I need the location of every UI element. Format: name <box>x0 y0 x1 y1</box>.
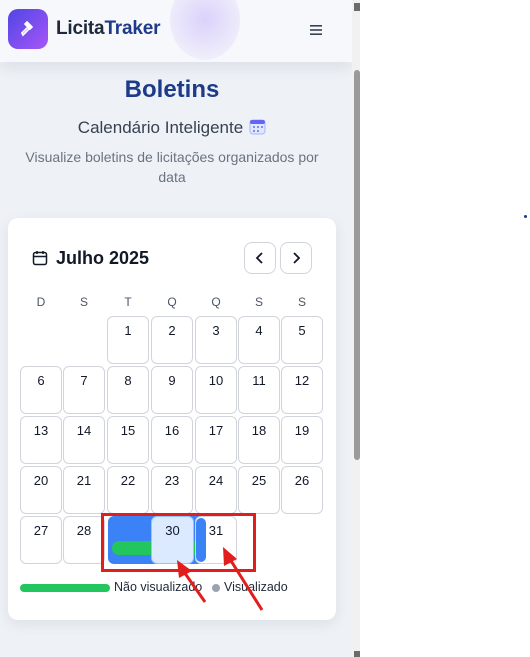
calendar-day-10[interactable]: 10 <box>195 366 237 414</box>
calendar-day-8[interactable]: 8 <box>107 366 149 414</box>
day-number: 6 <box>37 373 45 388</box>
calendar-day-19[interactable]: 19 <box>281 416 323 464</box>
day-number: 12 <box>294 373 310 388</box>
day-number: 15 <box>120 423 136 438</box>
chevron-right-icon <box>293 252 301 264</box>
next-month-button[interactable] <box>280 242 312 274</box>
day-number: 19 <box>294 423 310 438</box>
day-number: 25 <box>251 473 267 488</box>
page-description: Visualize boletins de licitações organiz… <box>25 149 319 185</box>
day-number: 27 <box>33 523 49 538</box>
calendar-icon <box>32 251 48 266</box>
calendar-day-16[interactable]: 16 <box>151 416 193 464</box>
decorative-glow <box>170 0 240 60</box>
calendar-day-6[interactable]: 6 <box>20 366 62 414</box>
weekday-label: T <box>124 295 132 309</box>
legend-viewed-swatch <box>212 584 220 592</box>
legend-not-viewed-label: Não visualizado <box>114 580 203 594</box>
menu-button[interactable] <box>302 18 330 42</box>
scrollbar-thumb[interactable] <box>354 70 360 460</box>
weekday-label: Q <box>167 295 177 309</box>
legend-viewed-label: Visualizado <box>224 580 288 594</box>
calendar-day-13[interactable]: 13 <box>20 416 62 464</box>
calendar-day-26[interactable]: 26 <box>281 466 323 514</box>
calendar-day-18[interactable]: 18 <box>238 416 280 464</box>
scroll-down-arrow[interactable] <box>354 651 360 657</box>
calendar-day-5[interactable]: 5 <box>281 316 323 364</box>
calendar-day-22[interactable]: 22 <box>107 466 149 514</box>
scroll-up-arrow[interactable] <box>354 3 360 11</box>
gavel-icon <box>20 21 33 37</box>
calendar-day-7[interactable]: 7 <box>63 366 105 414</box>
calendar-day-25[interactable]: 25 <box>238 466 280 514</box>
weekday-label: S <box>254 295 263 309</box>
day-number: 11 <box>252 373 266 388</box>
logo[interactable] <box>8 9 48 49</box>
day-number: 4 <box>255 323 263 338</box>
day-number: 17 <box>208 423 224 438</box>
calendar-day-12[interactable]: 12 <box>281 366 323 414</box>
day-number: 13 <box>33 423 49 438</box>
day-number: 3 <box>212 323 220 338</box>
day-number: 5 <box>298 323 306 338</box>
brand-part2: Traker <box>104 18 161 39</box>
day-number: 20 <box>33 473 49 488</box>
weekday-label: D <box>36 295 46 309</box>
calendar-day-2[interactable]: 2 <box>151 316 193 364</box>
page-subtitle: Calendário Inteligente <box>0 118 344 138</box>
page-title: Boletins <box>124 76 220 103</box>
weekday-label: Q <box>211 295 221 309</box>
calendar-day-3[interactable]: 3 <box>195 316 237 364</box>
calendar-day-15[interactable]: 15 <box>107 416 149 464</box>
decorative-dot <box>524 215 527 218</box>
weekday-label: S <box>79 295 88 309</box>
day-number: 7 <box>80 373 88 388</box>
chevron-left-icon <box>255 252 263 264</box>
calendar-day-4[interactable]: 4 <box>238 316 280 364</box>
weekday-label: S <box>297 295 306 309</box>
day-number: 2 <box>168 323 176 338</box>
calendar-day-23[interactable]: 23 <box>151 466 193 514</box>
day-number: 1 <box>124 323 132 338</box>
previous-month-button[interactable] <box>244 242 276 274</box>
calendar-day-20[interactable]: 20 <box>20 466 62 514</box>
day-number: 18 <box>251 423 267 438</box>
brand-name[interactable]: LicitaTraker <box>56 18 160 40</box>
day-number: 16 <box>164 423 180 438</box>
calendar-day-21[interactable]: 21 <box>63 466 105 514</box>
day-number: 14 <box>76 423 92 438</box>
legend-not-viewed-swatch <box>20 584 110 592</box>
calendar-day-17[interactable]: 17 <box>195 416 237 464</box>
calendar-day-27[interactable]: 27 <box>20 516 62 564</box>
brand-part1: Licita <box>56 18 105 39</box>
day-number: 21 <box>76 473 92 488</box>
day-number: 26 <box>294 473 310 488</box>
calendar-emoji-icon <box>249 119 266 135</box>
hamburger-icon <box>310 25 322 35</box>
annotation-highlight-box <box>101 513 256 572</box>
calendar-day-1[interactable]: 1 <box>107 316 149 364</box>
subtitle-text: Calendário Inteligente <box>77 118 244 137</box>
calendar-day-9[interactable]: 9 <box>151 366 193 414</box>
top-bar: LicitaTraker <box>0 0 352 62</box>
calendar-day-14[interactable]: 14 <box>63 416 105 464</box>
day-number: 8 <box>124 373 132 388</box>
day-number: 24 <box>208 473 224 488</box>
month-label: Julho 2025 <box>56 248 150 268</box>
day-number: 28 <box>76 523 92 538</box>
calendar-day-11[interactable]: 11 <box>238 366 280 414</box>
calendar-day-28[interactable]: 28 <box>63 516 105 564</box>
day-number: 22 <box>120 473 136 488</box>
calendar-day-24[interactable]: 24 <box>195 466 237 514</box>
day-number: 23 <box>164 473 180 488</box>
day-number: 10 <box>208 373 224 388</box>
day-number: 9 <box>168 373 176 388</box>
